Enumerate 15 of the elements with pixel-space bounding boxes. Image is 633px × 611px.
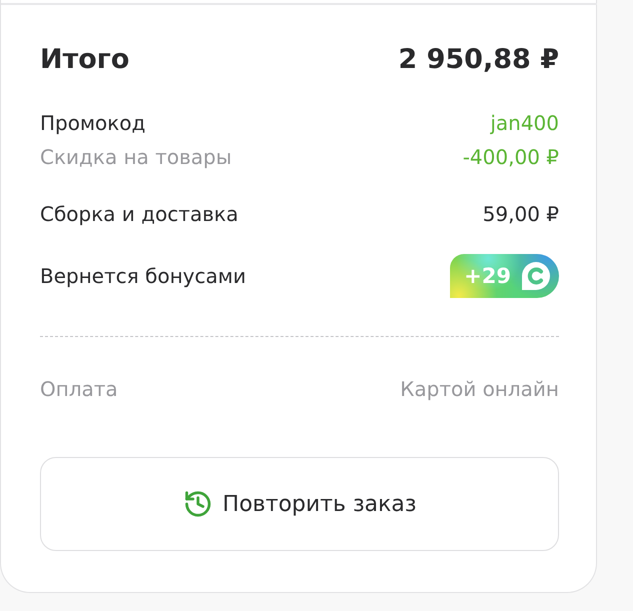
bonus-amount: +29: [464, 264, 511, 288]
summary-label: Вернется бонусами: [40, 263, 246, 290]
promo-code: jan400: [490, 110, 559, 137]
summary-label: Промокод: [40, 110, 146, 137]
summary-value: -400,00 ₽: [462, 144, 559, 171]
summary-label: Сборка и доставка: [40, 201, 238, 228]
summary-value: 2 950,88 ₽: [398, 43, 559, 77]
summary-label: Итого: [40, 43, 130, 77]
summary-label: Скидка на товары: [40, 144, 232, 171]
history-icon: [182, 489, 213, 519]
payment-label: Оплата: [40, 376, 118, 403]
repeat-order-button[interactable]: Повторить заказ: [40, 457, 559, 551]
payment-method: Картой онлайн: [400, 376, 559, 403]
summary-value: 59,00 ₽: [482, 201, 559, 228]
c-logo-icon: [521, 261, 551, 291]
